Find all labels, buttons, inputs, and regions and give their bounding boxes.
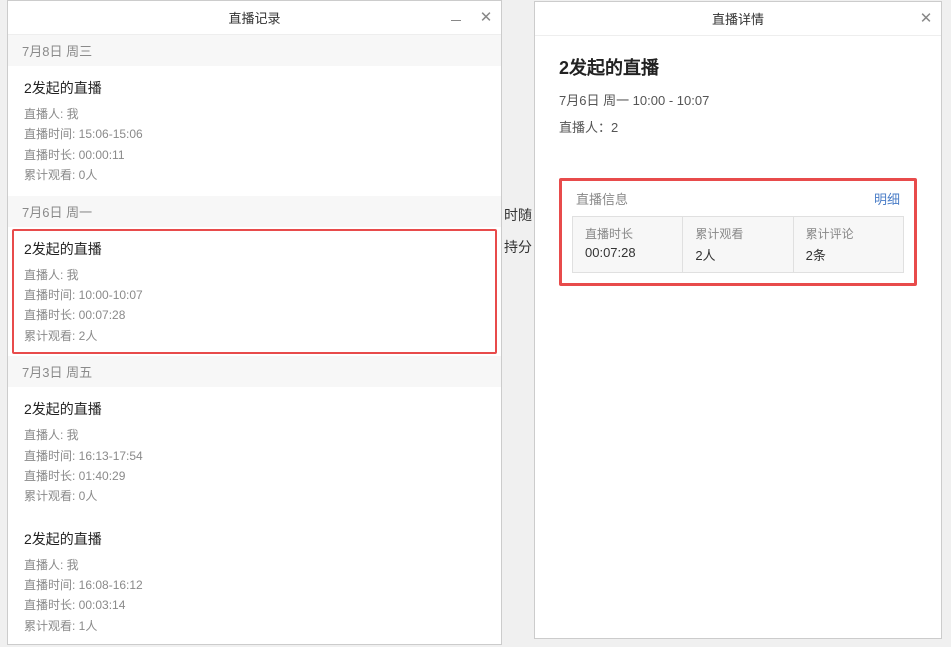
info-cell-value: 2人 [695,245,780,264]
details-window-title: 直播详情 [712,9,764,28]
record-views: 累计观看: 1人 [24,616,485,636]
record-duration: 直播时长: 00:03:14 [24,595,485,615]
info-cell: 累计观看 2人 [683,217,793,272]
info-cell: 累计评论 2条 [794,217,903,272]
details-titlebar: 直播详情 ✕ [535,2,941,36]
info-header-label: 直播信息 [576,189,628,208]
details-window: 直播详情 ✕ 2发起的直播 7月6日 周一 10:00 - 10:07 直播人：… [534,1,942,639]
records-titlebar-controls: ✕ [447,1,495,34]
record-item[interactable]: 2发起的直播直播人: 我直播时间: 16:08-16:12直播时长: 00:03… [8,517,501,644]
record-views: 累计观看: 2人 [24,326,485,346]
minimize-icon [451,20,461,21]
info-cell-label: 累计评论 [806,225,891,242]
details-body: 2发起的直播 7月6日 周一 10:00 - 10:07 直播人：2 [535,36,941,154]
info-section: 直播信息 明细 直播时长 00:07:28 累计观看 2人 累计评论 2条 [559,178,917,286]
record-host: 直播人: 我 [24,104,485,124]
records-window: 直播记录 ✕ 7月8日 周三2发起的直播直播人: 我直播时间: 15:06-15… [7,0,502,645]
record-item[interactable]: 2发起的直播直播人: 我直播时间: 16:13-17:54直播时长: 01:40… [8,387,501,517]
record-time: 直播时间: 10:00-10:07 [24,285,485,305]
record-views: 累计观看: 0人 [24,165,485,185]
details-titlebar-controls: ✕ [917,2,935,35]
record-title: 2发起的直播 [24,239,485,259]
record-item[interactable]: 2发起的直播直播人: 我直播时间: 10:00-10:07直播时长: 00:07… [12,229,497,355]
date-header: 7月3日 周五 [8,356,501,387]
record-views: 累计观看: 0人 [24,486,485,506]
date-header: 7月8日 周三 [8,35,501,66]
close-button[interactable]: ✕ [917,10,935,28]
close-button[interactable]: ✕ [477,9,495,27]
info-header: 直播信息 明细 [572,189,904,208]
close-icon: ✕ [920,11,933,26]
record-time: 直播时间: 15:06-15:06 [24,124,485,144]
info-cell-label: 累计观看 [695,225,780,242]
record-host: 直播人: 我 [24,425,485,445]
record-title: 2发起的直播 [24,529,485,549]
record-duration: 直播时长: 01:40:29 [24,466,485,486]
records-window-title: 直播记录 [228,8,280,27]
close-icon: ✕ [480,10,493,25]
record-title: 2发起的直播 [24,399,485,419]
record-duration: 直播时长: 00:00:11 [24,145,485,165]
record-duration: 直播时长: 00:07:28 [24,305,485,325]
record-host: 直播人: 我 [24,265,485,285]
details-subtitle: 7月6日 周一 10:00 - 10:07 [559,90,917,109]
info-cell-label: 直播时长 [585,225,670,242]
details-host: 直播人：2 [559,117,917,136]
record-time: 直播时间: 16:08-16:12 [24,575,485,595]
record-host: 直播人: 我 [24,555,485,575]
records-titlebar: 直播记录 ✕ [8,1,501,35]
details-heading: 2发起的直播 [559,54,917,80]
info-cell-value: 2条 [806,245,891,264]
records-list[interactable]: 7月8日 周三2发起的直播直播人: 我直播时间: 15:06-15:06直播时长… [8,35,501,644]
info-cell: 直播时长 00:07:28 [573,217,683,272]
date-header: 7月6日 周一 [8,196,501,227]
info-cell-value: 00:07:28 [585,245,670,260]
record-title: 2发起的直播 [24,78,485,98]
minimize-button[interactable] [447,9,465,27]
info-table: 直播时长 00:07:28 累计观看 2人 累计评论 2条 [572,216,904,273]
detail-link[interactable]: 明细 [874,189,900,208]
background-text: 持分 [504,237,532,257]
background-text: 时随 [504,205,532,225]
record-time: 直播时间: 16:13-17:54 [24,446,485,466]
record-item[interactable]: 2发起的直播直播人: 我直播时间: 15:06-15:06直播时长: 00:00… [8,66,501,196]
